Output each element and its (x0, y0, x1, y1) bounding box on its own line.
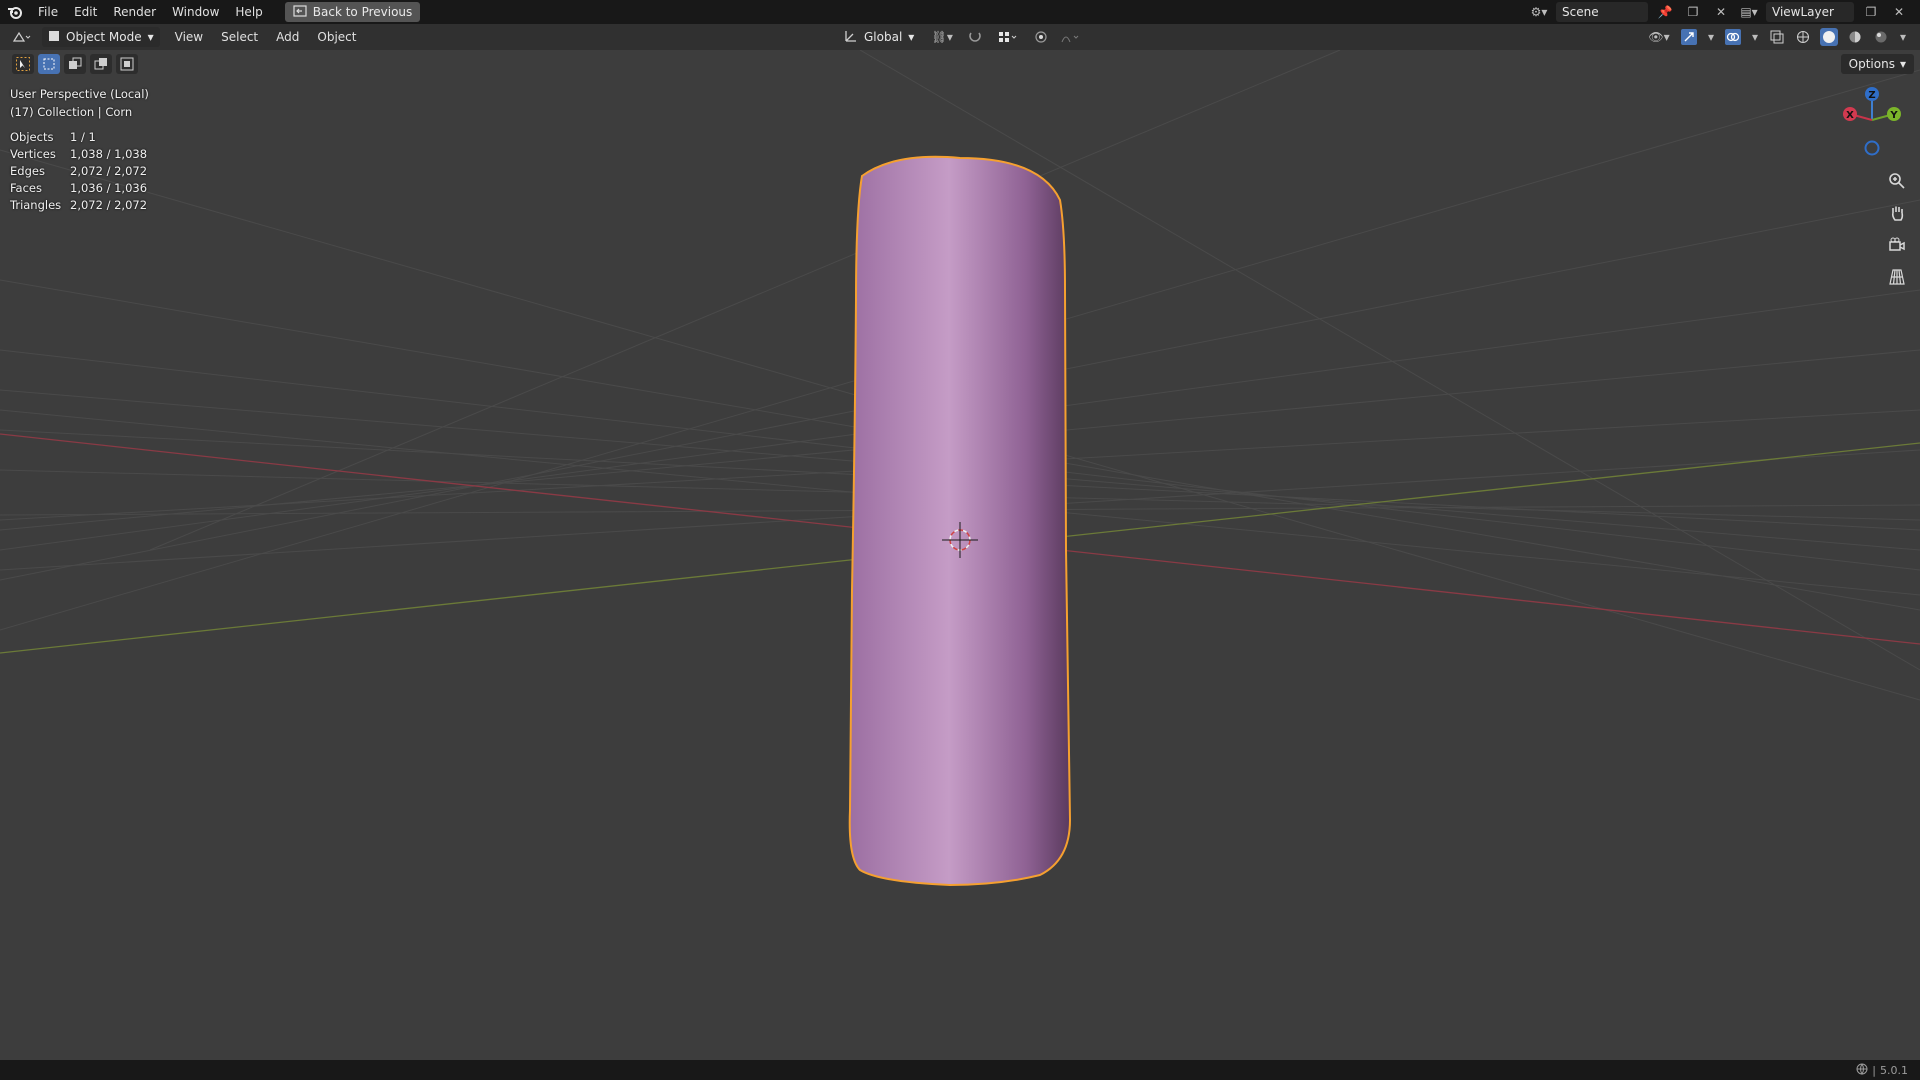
selected-object-corn[interactable] (848, 155, 1072, 887)
shading-wireframe-icon[interactable] (1792, 27, 1814, 47)
stat-row: Objects 1 / 1 (10, 130, 96, 144)
select-subtract-icon[interactable] (90, 54, 112, 74)
menu-select[interactable]: Select (212, 30, 267, 44)
menu-window[interactable]: Window (164, 0, 227, 24)
pin-icon[interactable]: 📌 (1654, 2, 1676, 22)
scene-field[interactable]: Scene (1556, 2, 1648, 22)
collection-label: (17) Collection | Corn (10, 105, 133, 119)
menu-object[interactable]: Object (308, 30, 365, 44)
gizmo-y-label: Y (1889, 110, 1898, 121)
new-scene-icon[interactable]: ❐ (1682, 2, 1704, 22)
visibility-icon[interactable]: 👁▾ (1644, 27, 1674, 47)
gizmo-toggle-icon[interactable] (1678, 27, 1700, 47)
close-view-layer-icon[interactable]: ✕ (1888, 2, 1910, 22)
snap-target-icon[interactable] (994, 27, 1022, 47)
select-invert-icon[interactable] (116, 54, 138, 74)
scene-type-icon[interactable]: ⚙▾ (1528, 2, 1550, 22)
shading-rendered-icon[interactable] (1870, 27, 1892, 47)
status-bar: | 5.0.1 (0, 1060, 1920, 1080)
falloff-icon[interactable] (1060, 27, 1082, 47)
chevron-down-icon: ▾ (1899, 57, 1906, 71)
snap-toggle-icon[interactable] (964, 27, 986, 47)
editor-type-icon[interactable] (8, 27, 36, 47)
object-mode-icon (48, 30, 60, 45)
select-tool-icon[interactable] (12, 54, 34, 74)
select-new-icon[interactable] (38, 54, 60, 74)
options-label: Options (1848, 57, 1895, 71)
mode-dropdown[interactable]: Object Mode ▾ (42, 27, 160, 47)
scene-name: Scene (1562, 5, 1599, 19)
shading-material-icon[interactable] (1844, 27, 1866, 47)
orientation-label: Global (864, 30, 903, 44)
orientation-icon (844, 29, 858, 46)
back-to-previous-label: Back to Previous (312, 5, 413, 19)
top-bar: File Edit Render Window Help Back to Pre… (0, 0, 1920, 24)
version-label: 5.0.1 (1880, 1064, 1908, 1077)
view-layer-type-icon[interactable]: ▤▾ (1738, 2, 1760, 22)
options-dropdown[interactable]: Options ▾ (1840, 54, 1914, 74)
3d-viewport[interactable]: Options ▾ User Perspective (Local) (17) … (0, 50, 1920, 1060)
gizmo-x-label: X (1846, 110, 1854, 121)
gizmo-dropdown-icon[interactable]: ▾ (1704, 27, 1718, 47)
chevron-down-icon: ▾ (908, 30, 915, 44)
select-mode-tools (12, 54, 138, 74)
view-layer-field[interactable]: ViewLayer (1766, 2, 1854, 22)
grid-floor (0, 50, 1920, 887)
stat-row: Faces 1,036 / 1,036 (10, 181, 148, 195)
chevron-down-icon: ▾ (147, 30, 154, 44)
menu-render[interactable]: Render (105, 0, 164, 24)
stat-row: Edges 2,072 / 2,072 (10, 164, 148, 178)
stat-row: Vertices 1,038 / 1,038 (10, 147, 148, 161)
menu-view[interactable]: View (166, 30, 212, 44)
overlays-toggle-icon[interactable] (1722, 27, 1744, 47)
xray-toggle-icon[interactable] (1766, 27, 1788, 47)
close-scene-icon[interactable]: ✕ (1710, 2, 1732, 22)
gizmo-z-label: Z (1868, 90, 1875, 101)
navigation-buttons (1884, 168, 1910, 290)
viewport-display-tools: 👁▾ ▾ ▾ ▾ (1644, 27, 1910, 47)
menu-edit[interactable]: Edit (66, 0, 105, 24)
orientation-dropdown[interactable]: Global ▾ (838, 27, 920, 47)
viewport-info: User Perspective (Local) (17) Collection… (10, 85, 149, 121)
menu-file[interactable]: File (30, 0, 66, 24)
version-info: | 5.0.1 (1856, 1063, 1908, 1078)
blender-logo-icon[interactable] (0, 0, 30, 24)
zoom-icon[interactable] (1884, 168, 1910, 194)
transform-tools: Global ▾ ⛓▾ (838, 27, 1082, 47)
mode-label: Object Mode (66, 30, 142, 44)
menu-add[interactable]: Add (267, 30, 308, 44)
view-layer-name: ViewLayer (1772, 5, 1834, 19)
select-extend-icon[interactable] (64, 54, 86, 74)
back-to-previous-button[interactable]: Back to Previous (284, 2, 421, 22)
navigation-gizmo[interactable]: Z Y X (1838, 84, 1908, 168)
pan-hand-icon[interactable] (1884, 200, 1910, 226)
viewport-header: Object Mode ▾ View Select Add Object Glo… (0, 24, 1920, 50)
overlays-dropdown-icon[interactable]: ▾ (1748, 27, 1762, 47)
perspective-toggle-icon[interactable] (1884, 264, 1910, 290)
camera-view-icon[interactable] (1884, 232, 1910, 258)
proportional-edit-icon[interactable] (1030, 27, 1052, 47)
scene-selector-area: ⚙▾ Scene 📌 ❐ ✕ ▤▾ ViewLayer ❐ ✕ (1528, 0, 1920, 24)
scene-statistics: Objects 1 / 1 Vertices 1,038 / 1,038 Edges… (10, 130, 147, 215)
stat-row: Triangles 2,072 / 2,072 (10, 198, 148, 212)
pivot-point-icon[interactable]: ⛓▾ (928, 27, 956, 47)
menu-help[interactable]: Help (227, 0, 270, 24)
back-icon (293, 4, 307, 20)
view-name: User Perspective (Local) (10, 87, 149, 101)
globe-icon (1856, 1063, 1868, 1078)
shading-dropdown-icon[interactable]: ▾ (1896, 27, 1910, 47)
shading-solid-icon[interactable] (1818, 27, 1840, 47)
new-view-layer-icon[interactable]: ❐ (1860, 2, 1882, 22)
